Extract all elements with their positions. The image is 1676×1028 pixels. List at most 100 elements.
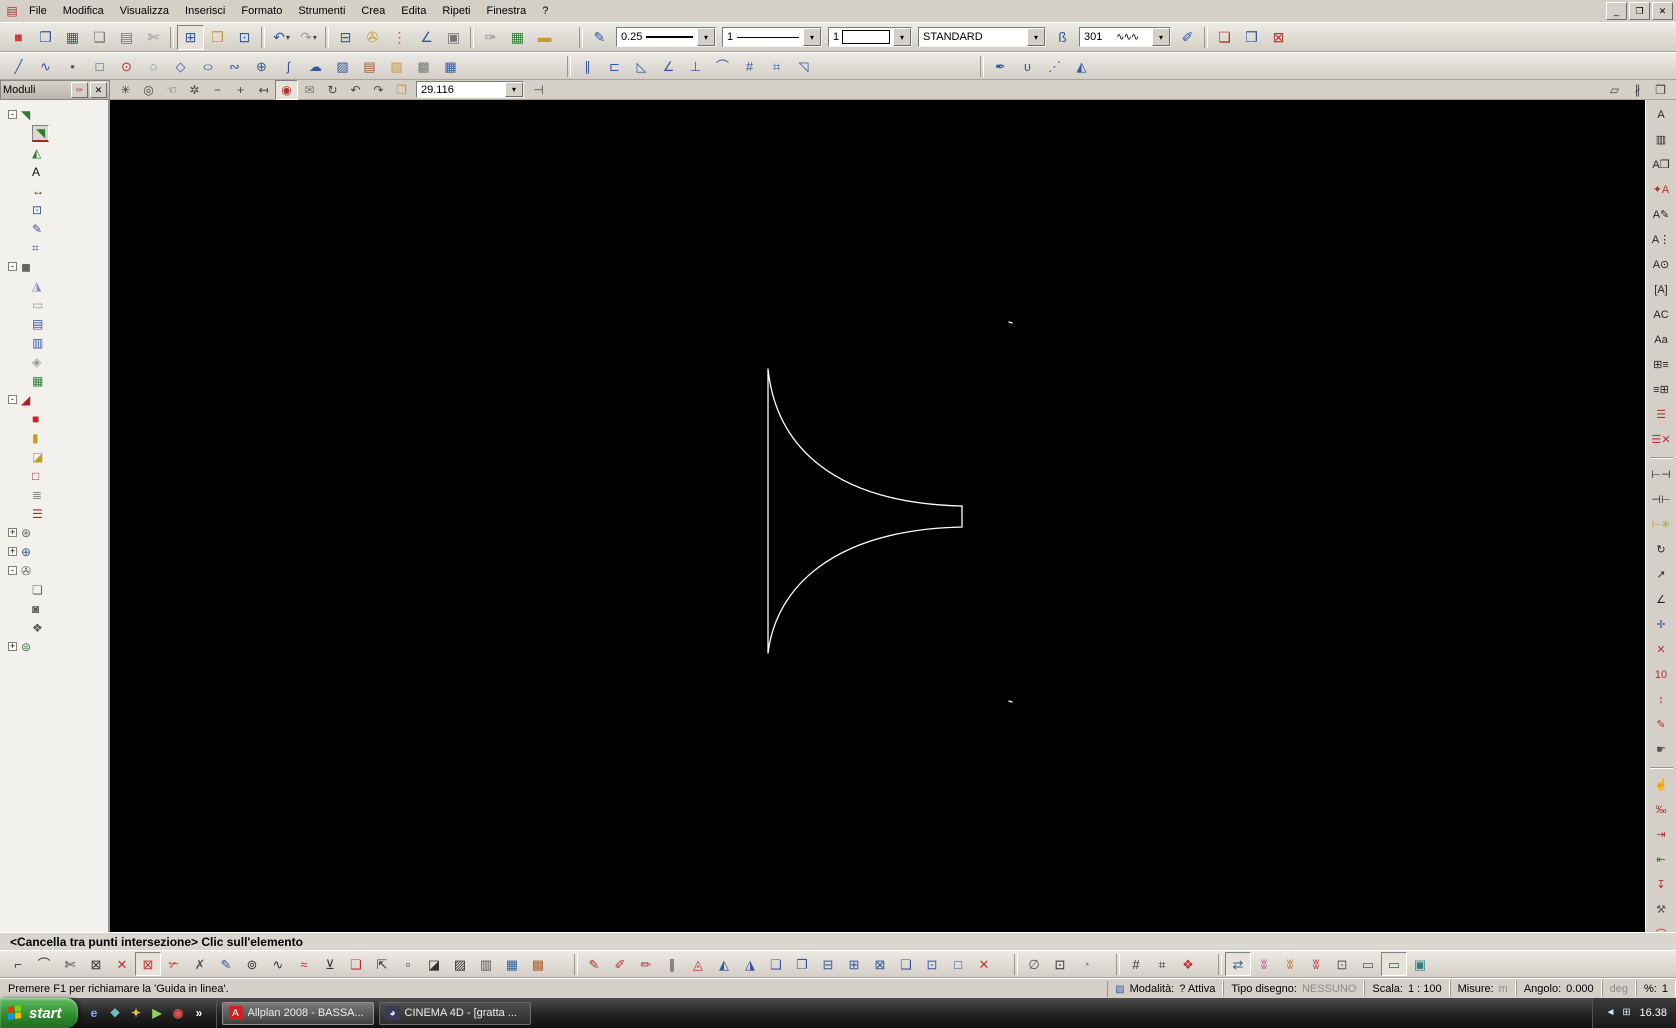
eyedropper-tool[interactable]: ✒	[987, 54, 1014, 79]
dim-chain-button[interactable]: ⊣⊢	[1647, 488, 1676, 513]
view-undo-button[interactable]: ↶	[344, 80, 367, 100]
expand-expander-icon[interactable]: +	[8, 528, 17, 537]
text-block2-button[interactable]: ≡⊞	[1647, 378, 1676, 403]
eraser-button[interactable]: ❖	[1175, 952, 1201, 976]
offset-shape-tool[interactable]: ◺	[628, 54, 655, 79]
reference-point-tool[interactable]: ⊕	[248, 54, 275, 79]
hatch-style-button[interactable]: ß	[1049, 25, 1076, 50]
zoom-in-button[interactable]: +	[229, 80, 252, 100]
dim-arrow-right-button[interactable]: ⇥	[1647, 823, 1676, 848]
dim-approve-button[interactable]: ☝	[1647, 773, 1676, 798]
projection-button[interactable]: ✉	[298, 80, 321, 100]
brick-pattern-tool[interactable]: ▤	[356, 54, 383, 79]
circle-dashed-tool[interactable]: ◌	[140, 54, 167, 79]
full-screen-button[interactable]: ▣	[1407, 952, 1433, 976]
menu-inserisci[interactable]: Inserisci	[177, 2, 233, 20]
tree-item-frames[interactable]: ☰	[0, 504, 108, 523]
pen-edit2-button[interactable]: ✐	[607, 952, 633, 976]
dim-star-button[interactable]: ⊢✳	[1647, 513, 1676, 538]
quicklaunch-icon-5[interactable]: ◉	[169, 1004, 188, 1023]
text-circle-button[interactable]: A⊙	[1647, 253, 1676, 278]
dim-delete-button[interactable]: ✕	[1647, 638, 1676, 663]
zoom-lock-button[interactable]: ◔	[1073, 952, 1099, 976]
line-color-combo[interactable]: 1 ▾	[828, 27, 912, 47]
tree-item-camera[interactable]: ◙	[0, 599, 108, 618]
dropdown-arrow-icon[interactable]: ▾	[286, 33, 290, 42]
text-delete-lines-button[interactable]: ☰✕	[1647, 428, 1676, 453]
color-structure-button[interactable]: ▩	[525, 952, 551, 976]
pen-curve-tool[interactable]: ʋ	[1014, 54, 1041, 79]
perpendicular-tool[interactable]: ⊥	[682, 54, 709, 79]
ruler-pressed-button[interactable]: ▭	[1381, 952, 1407, 976]
quicklaunch-icon-2[interactable]: ❖	[106, 1004, 125, 1023]
pixel-area-button[interactable]: ⊡	[1329, 952, 1355, 976]
open-project-button[interactable]: ❐	[32, 25, 59, 50]
line-type-combo-dropdown[interactable]: ▾	[803, 28, 821, 46]
collapse-expander-icon[interactable]: -	[8, 566, 17, 575]
rotate-view-button[interactable]: ↻	[321, 80, 344, 100]
line-tool[interactable]: ╱	[5, 54, 32, 79]
pen-edit1-button[interactable]: ✎	[581, 952, 607, 976]
taskbar-clock[interactable]: 16.38	[1639, 1007, 1667, 1019]
pen-pick-button[interactable]: ✎	[586, 25, 613, 50]
circle-edit-button[interactable]: ⊚	[239, 952, 265, 976]
measure-tool[interactable]: ◹	[790, 54, 817, 79]
handle-box-button[interactable]: ▫	[395, 952, 421, 976]
offset-corner-tool[interactable]: ⊏	[601, 54, 628, 79]
tree-item-copy[interactable]: ❏	[0, 580, 108, 599]
tree-item-dimension[interactable]: ↔	[0, 181, 108, 200]
rectangle-tool[interactable]: □	[86, 54, 113, 79]
pattern-combo[interactable]: 301 ∿∿∿ ▾	[1079, 27, 1171, 47]
import-button[interactable]: ✇	[359, 25, 386, 50]
misure-value[interactable]: m	[1499, 983, 1508, 995]
trim-box-button[interactable]: ⊠	[83, 952, 109, 976]
dense-grid-tool[interactable]: ⌗	[763, 54, 790, 79]
zoom-scale-combo[interactable]: 29.116 ▾	[416, 81, 524, 98]
format-transfer-tool[interactable]: ◭	[1068, 54, 1095, 79]
parallel-edit-button[interactable]: ∥	[659, 952, 685, 976]
view-redo-button[interactable]: ↷	[367, 80, 390, 100]
tree-item-stairs[interactable]: ≣	[0, 485, 108, 504]
resize-button[interactable]: ⊡	[919, 952, 945, 976]
previous-view-button[interactable]: ↤	[252, 80, 275, 100]
copy-delete-button[interactable]: ❏	[343, 952, 369, 976]
stack-button[interactable]: ❑	[893, 952, 919, 976]
dim-step-button[interactable]: ↧	[1647, 873, 1676, 898]
tree-item-3d-model[interactable]: ◮	[0, 276, 108, 295]
quicklaunch-overflow[interactable]: »	[190, 1004, 209, 1023]
doc-export-button[interactable]: ❐	[1238, 25, 1265, 50]
join-elements-button[interactable]: ⌐	[5, 952, 31, 976]
mirror-left-button[interactable]: ◭	[711, 952, 737, 976]
tray-network-icon[interactable]: ⊞	[1618, 1005, 1634, 1021]
new-button[interactable]: ■	[5, 25, 32, 50]
save-button[interactable]: ▦	[59, 25, 86, 50]
box-button[interactable]: □	[945, 952, 971, 976]
print-button[interactable]: ▤	[113, 25, 140, 50]
brush-button[interactable]: ✑	[477, 25, 504, 50]
text-button[interactable]: A	[1647, 103, 1676, 128]
mirror-right-button[interactable]: ◮	[737, 952, 763, 976]
redo-button[interactable]: ↷ ▾	[295, 25, 322, 50]
pen-edit-button[interactable]: ✐	[1174, 25, 1201, 50]
text-red-lines-button[interactable]: ☰	[1647, 403, 1676, 428]
zoom-button[interactable]: ◎	[137, 80, 160, 100]
copy-button[interactable]: ❏	[763, 952, 789, 976]
maximize-button[interactable]: ❐	[1629, 2, 1650, 20]
tree-item-symbols[interactable]: ✎	[0, 219, 108, 238]
zoom-out-button[interactable]: −	[206, 80, 229, 100]
erase-button[interactable]: ✄	[140, 25, 167, 50]
spline-tool[interactable]: ∾	[221, 54, 248, 79]
dim-linear-button[interactable]: ⊢⊣	[1647, 463, 1676, 488]
parallel-lines-tool[interactable]: ∥	[574, 54, 601, 79]
menu-modifica[interactable]: Modifica	[55, 2, 112, 20]
point-tool[interactable]: •	[59, 54, 86, 79]
minimize-button[interactable]: _	[1606, 2, 1627, 20]
calculator-button[interactable]: ▦	[504, 25, 531, 50]
pin-panel-button[interactable]: ✑	[71, 82, 88, 98]
drawing-canvas[interactable]	[110, 100, 1645, 932]
protractor-button[interactable]: ∠	[413, 25, 440, 50]
trim-button[interactable]: ✄	[57, 952, 83, 976]
open-view-button[interactable]: ❒	[390, 80, 413, 100]
tree-item-text-3d[interactable]: ▭	[0, 295, 108, 314]
move-button[interactable]: ⊟	[815, 952, 841, 976]
